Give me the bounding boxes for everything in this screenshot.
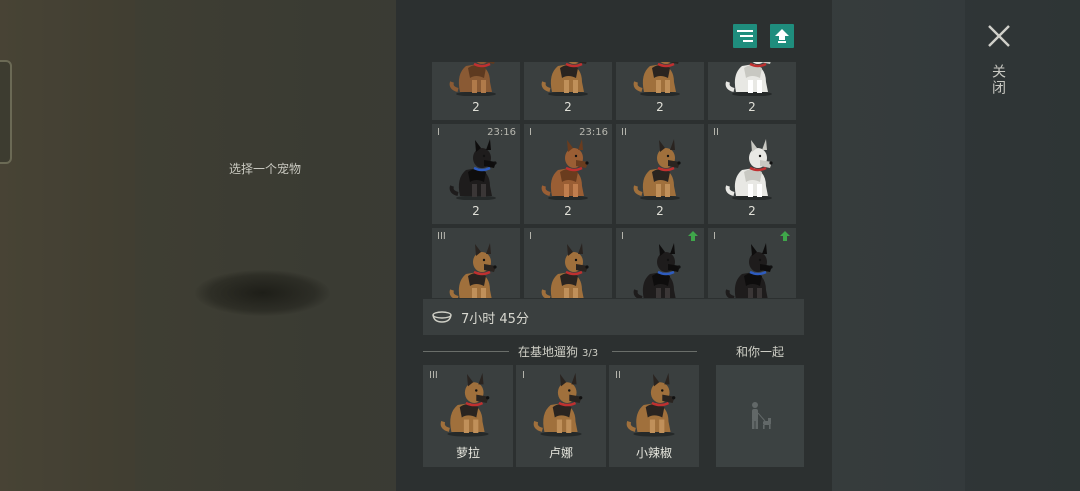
upgrade-available-icon xyxy=(688,231,698,241)
feeding-time-remaining: 7小时 45分 xyxy=(461,311,529,327)
dog-name: 卢娜 xyxy=(548,446,573,460)
base-walking-count: 3/3 xyxy=(582,348,599,359)
left-background xyxy=(0,0,135,491)
section-divider-left xyxy=(423,351,509,352)
base-dog-slot-2[interactable]: I 卢娜 xyxy=(516,365,606,467)
pet-card[interactable]: 2 xyxy=(616,62,704,120)
upgrade-available-icon xyxy=(780,231,790,241)
pet-tier: I xyxy=(529,231,532,242)
pet-grid: 2 2 2 2 I 23:16 2 I 23:16 2 II 2 II 2 III I I I xyxy=(432,62,796,298)
shepherd-dog-portrait xyxy=(533,372,583,437)
pet-tier: II xyxy=(713,127,719,138)
pet-card[interactable]: 2 xyxy=(432,62,520,120)
pet-tier: I xyxy=(437,127,440,138)
pet-card[interactable]: I xyxy=(708,228,796,298)
pet-card[interactable]: I xyxy=(524,228,612,298)
with-you-title: 和你一起 xyxy=(735,345,784,359)
feeding-timer-bar: 7小时 45分 xyxy=(423,299,804,335)
black-puppy-dog-portrait xyxy=(449,139,497,200)
upgrade-filter-button[interactable] xyxy=(770,24,794,48)
dog-tier: I xyxy=(522,370,525,381)
pet-card[interactable]: I xyxy=(616,228,704,298)
left-edge-tab[interactable] xyxy=(0,60,12,164)
base-walking-label: 在基地遛狗 xyxy=(518,345,579,359)
food-bowl-icon xyxy=(432,311,452,323)
shepherd-dog-portrait xyxy=(541,243,589,298)
shepherd-dog-portrait xyxy=(633,139,681,200)
right-background-dark xyxy=(965,0,1080,491)
base-dog-slot-1[interactable]: III 萝拉 xyxy=(423,365,513,467)
dog-tier: II xyxy=(615,370,621,381)
brown-puppy-dog-portrait xyxy=(541,139,589,200)
person-with-dog-icon xyxy=(752,402,771,429)
pet-card[interactable]: I 23:16 2 xyxy=(432,124,520,224)
sort-lines-icon xyxy=(737,30,753,42)
pet-count: 2 xyxy=(564,100,572,114)
white-dog-portrait xyxy=(725,139,773,200)
pet-tier: III xyxy=(437,231,446,242)
select-pet-prompt: 选择一个宠物 xyxy=(228,162,301,176)
shepherd-dog-portrait xyxy=(626,372,676,437)
white-dog-portrait xyxy=(725,62,772,96)
pet-pedestal-shadow xyxy=(195,270,330,316)
pet-count: 2 xyxy=(748,204,756,218)
dog-name: 小辣椒 xyxy=(635,446,672,460)
pet-timer: 23:16 xyxy=(579,127,608,138)
pet-card[interactable]: 2 xyxy=(708,62,796,120)
upload-arrow-icon xyxy=(775,29,789,43)
shepherd-dog-portrait xyxy=(440,372,490,437)
pet-count: 2 xyxy=(656,100,664,114)
pet-card[interactable]: 2 xyxy=(524,62,612,120)
with-you-slot[interactable] xyxy=(716,365,804,467)
section-divider-right xyxy=(612,351,697,352)
base-dog-slot-3[interactable]: II 小辣椒 xyxy=(609,365,699,467)
black-puppy-dog-portrait xyxy=(725,243,773,298)
pet-grid-viewport[interactable]: 2 2 2 2 I 23:16 2 I 23:16 2 II 2 II 2 III I I I xyxy=(432,62,798,298)
pet-count: 2 xyxy=(748,100,756,114)
base-walking-title: 在基地遛狗 3/3 xyxy=(518,343,598,360)
pet-count: 2 xyxy=(472,204,480,218)
close-icon[interactable] xyxy=(985,22,1013,50)
pet-count: 2 xyxy=(656,204,664,218)
pet-card[interactable]: II 2 xyxy=(616,124,704,224)
pet-timer: 23:16 xyxy=(487,127,516,138)
dog-name: 萝拉 xyxy=(455,446,480,460)
black-puppy-dog-portrait xyxy=(633,243,681,298)
pet-card[interactable]: II 2 xyxy=(708,124,796,224)
shepherd-dog-portrait xyxy=(541,62,588,96)
pet-tier: I xyxy=(621,231,624,242)
pet-tier: I xyxy=(529,127,532,138)
pet-card[interactable]: I 23:16 2 xyxy=(524,124,612,224)
pet-count: 2 xyxy=(564,204,572,218)
brown-dog-portrait xyxy=(449,62,496,96)
close-label[interactable]: 关闭 xyxy=(990,64,1008,96)
pet-count: 2 xyxy=(472,100,480,114)
dog-tier: III xyxy=(429,370,438,381)
shepherd-dog-portrait xyxy=(633,62,680,96)
pet-tier: II xyxy=(621,127,627,138)
shepherd-dog-portrait xyxy=(449,243,497,298)
pet-tier: I xyxy=(713,231,716,242)
pet-card[interactable]: III xyxy=(432,228,520,298)
sort-button[interactable] xyxy=(733,24,757,48)
